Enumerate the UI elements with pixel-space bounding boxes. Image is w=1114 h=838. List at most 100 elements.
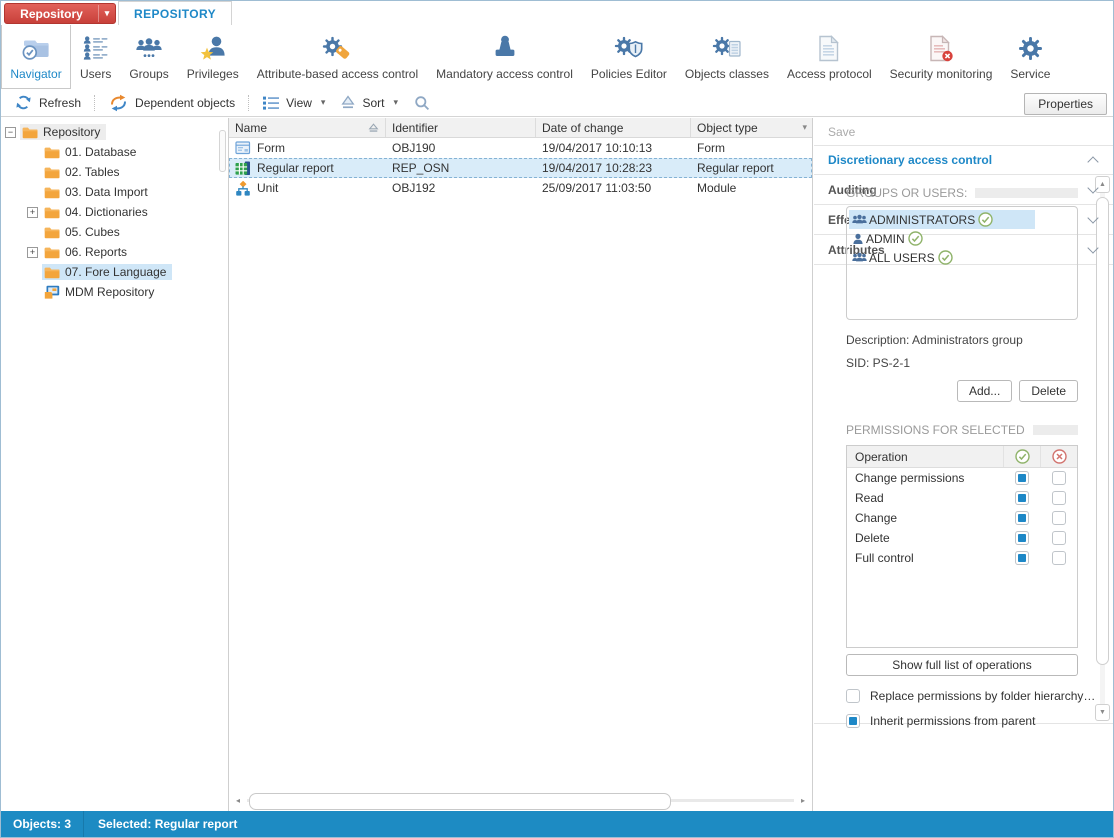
chevron-up-icon [1087,156,1098,167]
cell-type: Form [697,141,725,155]
delete-button[interactable]: Delete [1019,380,1078,402]
dependent-objects-button[interactable]: Dependent objects [101,91,243,115]
refresh-button[interactable]: Refresh [7,91,89,114]
list-item-all-users[interactable]: ALL USERS [849,248,1075,267]
allow-checkbox[interactable] [1015,551,1029,565]
ribbon-button-groups[interactable]: Groups [120,25,177,89]
allow-checkbox[interactable] [1015,471,1029,485]
chevron-down-icon: ▾ [393,97,398,108]
column-header-name[interactable]: Name [229,118,386,137]
permission-label: Read [847,491,1003,505]
filter-dropdown-icon[interactable]: ▾ [802,122,807,133]
permission-label: Change permissions [847,471,1003,485]
group-icon [852,214,867,225]
toolbar-separator [248,95,250,111]
column-header-identifier[interactable]: Identifier [386,118,536,137]
tree-item-tables[interactable]: 02. Tables [1,162,228,182]
deny-checkbox[interactable] [1052,491,1066,505]
column-header-object-type[interactable]: Object type ▾ [691,118,813,137]
ribbon-button-policies-editor[interactable]: Policies Editor [582,25,676,89]
ribbon-button-access-protocol[interactable]: Access protocol [778,25,881,89]
sort-ascending-icon [368,123,379,133]
tree-item-reports[interactable]: + 06. Reports [1,242,228,262]
show-full-list-label: Show full list of operations [892,658,1031,672]
ribbon-button-navigator[interactable]: Navigator [1,25,71,89]
ribbon-label: Service [1010,67,1050,81]
deny-checkbox[interactable] [1052,511,1066,525]
tree-item-fore-language[interactable]: 07. Fore Language [1,262,228,282]
permissions-header: PERMISSIONS FOR SELECTED [846,423,1078,437]
ribbon-button-mandatory-access-control[interactable]: Mandatory access control [427,25,582,89]
dependent-objects-icon [109,94,128,112]
add-button[interactable]: Add... [957,380,1012,402]
tab-repository[interactable]: REPOSITORY [118,1,232,27]
view-button[interactable]: View ▾ [255,93,333,113]
scroll-left-icon[interactable]: ◂ [231,793,245,808]
cell-identifier: OBJ192 [392,181,435,195]
mdm-repository-icon [44,285,60,299]
table-row[interactable]: Form OBJ190 19/04/2017 10:10:13 Form [229,138,812,158]
tree-item-label: 02. Tables [65,165,120,179]
unit-icon [235,181,251,196]
ribbon-button-security-monitoring[interactable]: Security monitoring [881,25,1002,89]
allow-checkbox[interactable] [1015,491,1029,505]
panel-vertical-scrollbar[interactable]: ▲ ▼ [1095,176,1110,721]
deny-checkbox[interactable] [1052,551,1066,565]
ribbon-button-objects-classes[interactable]: Objects classes [676,25,778,89]
tree-item-label: 04. Dictionaries [65,205,148,219]
tree-item-dictionaries[interactable]: + 04. Dictionaries [1,202,228,222]
section-label: Discretionary access control [828,153,992,167]
column-header-date-of-change[interactable]: Date of change [536,118,691,137]
table-row-selected[interactable]: Regular report REP_OSN 19/04/2017 10:28:… [229,158,812,178]
tree-item-repository[interactable]: − Repository [1,122,228,142]
scroll-right-icon[interactable]: ▸ [796,793,810,808]
dac-section-body: GROUPS OR USERS: ADMINISTRATORS ADMIN [814,174,1113,724]
allow-checkbox[interactable] [1015,531,1029,545]
folder-icon [44,206,60,219]
deny-checkbox[interactable] [1052,471,1066,485]
scroll-down-icon[interactable]: ▼ [1095,704,1110,721]
view-label: View [286,96,312,110]
tree-item-cubes[interactable]: 05. Cubes [1,222,228,242]
expand-icon[interactable]: + [27,207,38,218]
tree-item-data-import[interactable]: 03. Data Import [1,182,228,202]
expand-icon[interactable]: + [27,247,38,258]
deny-checkbox[interactable] [1052,531,1066,545]
search-button[interactable] [406,92,438,114]
cell-identifier: OBJ190 [392,141,435,155]
show-full-list-button[interactable]: Show full list of operations [846,654,1078,676]
section-discretionary-access-control[interactable]: Discretionary access control [814,146,1113,175]
allow-column-icon [1003,446,1040,467]
table-row[interactable]: Unit OBJ192 25/09/2017 11:03:50 Module [229,178,812,198]
tree-scrollbar-thumb[interactable] [219,130,226,172]
vertical-scrollbar-thumb[interactable] [1096,197,1109,665]
tree-item-database[interactable]: 01. Database [1,142,228,162]
tree-item-mdm-repository[interactable]: MDM Repository [1,282,228,302]
operation-column-label: Operation [847,446,1003,467]
column-label: Identifier [392,121,438,135]
save-button-disabled[interactable]: Save [814,118,1113,146]
ribbon-button-service[interactable]: Service [1001,25,1059,89]
ribbon-button-privileges[interactable]: Privileges [178,25,248,89]
refresh-icon [15,94,32,111]
tab-repository-label: REPOSITORY [134,7,216,21]
chevron-down-icon[interactable]: ▾ [98,5,115,22]
form-icon [235,141,251,155]
scroll-up-icon[interactable]: ▲ [1095,176,1110,193]
collapse-icon[interactable]: − [5,127,16,138]
horizontal-scrollbar[interactable]: ◂ ▸ [231,792,810,809]
repository-menu-button[interactable]: Repository ▾ [4,3,116,24]
sort-label: Sort [362,96,384,110]
sort-button[interactable]: Sort ▾ [333,92,406,113]
properties-button[interactable]: Properties [1024,93,1107,115]
list-item-admin[interactable]: ADMIN [849,229,1075,248]
horizontal-scrollbar-thumb[interactable] [249,793,671,810]
allow-checkbox[interactable] [1015,511,1029,525]
ribbon-button-users[interactable]: Users [71,25,120,89]
replace-permissions-checkbox[interactable] [846,689,860,703]
ribbon-button-attribute-based-access-control[interactable]: Attribute-based access control [248,25,427,89]
list-item-administrators[interactable]: ADMINISTRATORS [849,210,1035,229]
inherit-permissions-checkbox[interactable] [846,714,860,728]
groups-users-listbox: ADMINISTRATORS ADMIN ALL USERS [846,206,1078,320]
repository-menu-label: Repository [5,7,98,21]
